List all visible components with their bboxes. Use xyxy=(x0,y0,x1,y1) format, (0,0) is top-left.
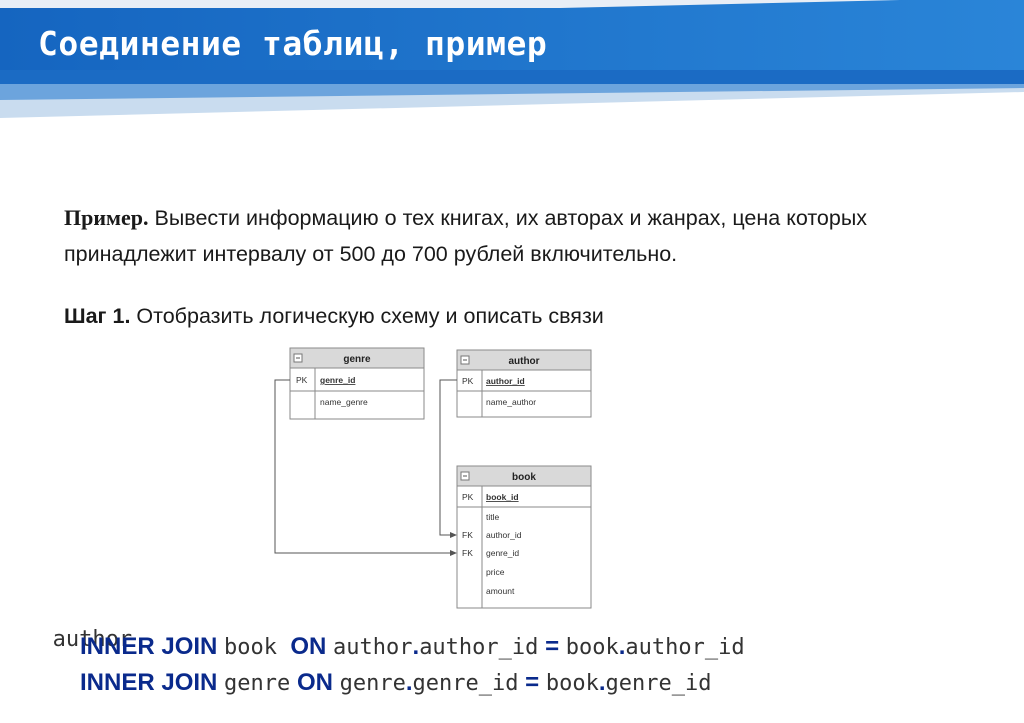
step-lead: Шаг 1. xyxy=(64,304,131,328)
slide-header: Соединение таблиц, пример xyxy=(0,0,1024,118)
sql-identifier: author xyxy=(333,635,413,660)
sql-equals: = xyxy=(545,633,560,660)
author-book-relation xyxy=(439,379,457,536)
genre-pk-field: genre_id xyxy=(320,375,355,385)
inner-join-keyword: INNER JOIN xyxy=(80,669,218,696)
sql-dot: . xyxy=(405,669,413,696)
task-paragraph: Пример. Вывести информацию о тех книгах,… xyxy=(64,200,984,272)
sql-identifier: genre_id xyxy=(412,671,519,696)
sql-equals: = xyxy=(525,669,540,696)
join-table: book xyxy=(224,635,278,660)
table-author-name: author xyxy=(508,356,539,367)
sql-line-3: INNER JOIN genre ON genre.genre_id = boo… xyxy=(80,669,711,697)
book-field: author_id xyxy=(486,530,522,540)
sql-identifier: book xyxy=(545,671,599,696)
author-pk-label: PK xyxy=(462,376,474,386)
step-paragraph: Шаг 1. Отобразить логическую схему и опи… xyxy=(64,304,604,329)
er-diagram: genre PK genre_id name_genre author PK a… xyxy=(274,347,592,609)
table-author: author PK author_id name_author xyxy=(456,349,592,418)
book-field: price xyxy=(486,567,505,577)
book-pk-label: PK xyxy=(462,492,474,502)
book-pk-field: book_id xyxy=(486,492,519,502)
sql-dot: . xyxy=(598,669,606,696)
table-book: book PK book_id title FK author_id FK ge… xyxy=(456,465,592,609)
genre-pk-label: PK xyxy=(296,375,308,385)
genre-field: name_genre xyxy=(320,397,368,407)
table-book-name: book xyxy=(512,472,536,483)
step-text: Отобразить логическую схему и описать св… xyxy=(130,304,604,328)
join-table: genre xyxy=(224,671,291,696)
sql-identifier: author_id xyxy=(419,635,539,660)
table-genre-name: genre xyxy=(343,354,371,365)
sql-line-2: INNER JOIN book ON author.author_id = bo… xyxy=(80,633,745,661)
sql-identifier: genre_id xyxy=(605,671,712,696)
book-fk-label: FK xyxy=(462,548,473,558)
sql-identifier: genre xyxy=(339,671,406,696)
task-lead: Пример. xyxy=(64,205,149,230)
task-text: Вывести информацию о тех книгах, их авто… xyxy=(64,206,868,266)
book-field: amount xyxy=(486,586,515,596)
sql-identifier: book xyxy=(565,635,619,660)
author-field: name_author xyxy=(486,397,536,407)
on-keyword: ON xyxy=(296,669,333,696)
inner-join-keyword: INNER JOIN xyxy=(80,633,218,660)
sql-identifier: author_id xyxy=(625,635,745,660)
book-fk-label: FK xyxy=(462,530,473,540)
page-title: Соединение таблиц, пример xyxy=(38,24,548,63)
author-pk-field: author_id xyxy=(486,376,525,386)
on-keyword: ON xyxy=(290,633,327,660)
book-field: genre_id xyxy=(486,548,519,558)
table-genre: genre PK genre_id name_genre xyxy=(289,347,425,420)
book-field: title xyxy=(486,512,500,522)
